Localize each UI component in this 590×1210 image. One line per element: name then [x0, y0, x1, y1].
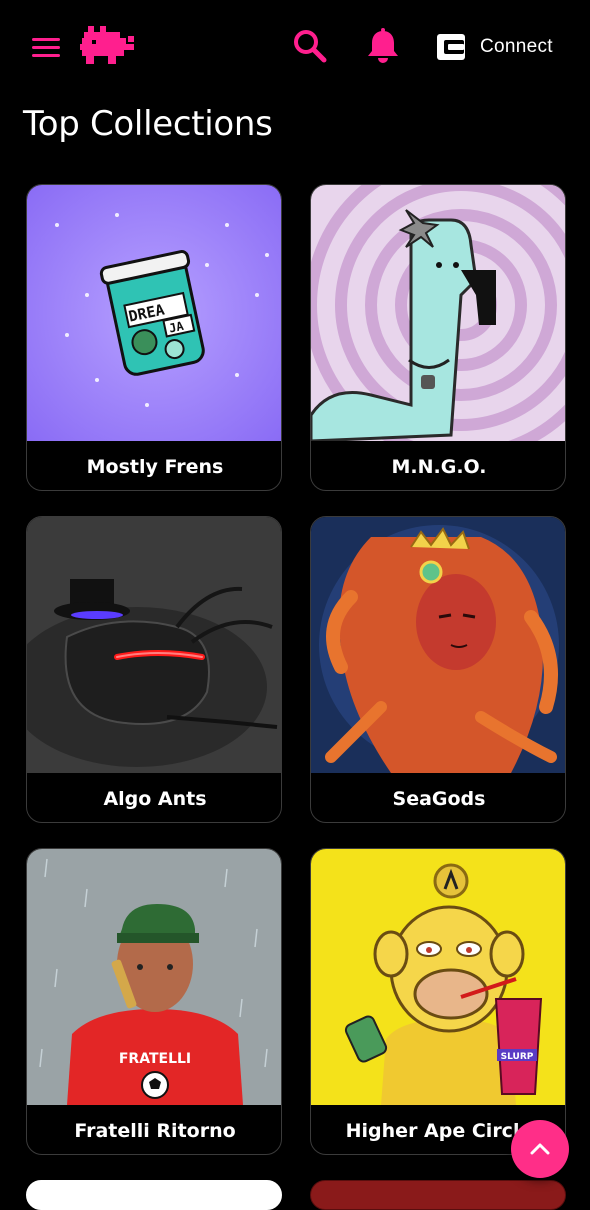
collection-image [311, 185, 565, 441]
wallet-icon [437, 34, 465, 60]
search-icon[interactable] [292, 28, 328, 64]
top-bar: Connect [0, 0, 590, 92]
bell-icon[interactable] [366, 28, 400, 64]
collection-name: Fratelli Ritorno [74, 1119, 236, 1142]
collection-name: M.N.G.O. [391, 455, 487, 478]
menu-line [32, 38, 60, 41]
collection-name: Algo Ants [103, 787, 207, 810]
hamburger-menu-icon[interactable] [32, 36, 60, 58]
jersey-text: FRATELLI [119, 1051, 191, 1067]
connect-wallet-button[interactable]: Connect [436, 30, 553, 64]
collection-image: SLURP [311, 849, 565, 1105]
collection-card-partial[interactable] [310, 1180, 566, 1210]
pixel-pig-logo[interactable] [78, 24, 136, 66]
menu-line [32, 54, 60, 57]
collection-card-fratelli-ritorno[interactable]: FRATELLI Fratelli Ritorno [26, 848, 282, 1155]
collection-card-seagods[interactable]: SeaGods [310, 516, 566, 823]
collection-card-mngo[interactable]: M.N.G.O. [310, 184, 566, 491]
menu-line [32, 46, 60, 49]
collection-card-partial[interactable] [26, 1180, 282, 1210]
collection-image: DREA JA [27, 185, 281, 441]
collection-image: FRATELLI [27, 849, 281, 1105]
connect-label: Connect [480, 36, 553, 57]
scroll-to-top-button[interactable] [511, 1120, 569, 1178]
chevron-up-icon [530, 1143, 550, 1155]
collection-card-algo-ants[interactable]: Algo Ants [26, 516, 282, 823]
collection-name: Mostly Frens [86, 455, 224, 478]
collection-image [311, 517, 565, 773]
collection-image [27, 517, 281, 773]
collection-card-higher-ape-circle[interactable]: SLURP Higher Ape Circle [310, 848, 566, 1155]
collection-card-mostly-frens[interactable]: DREA JA Mostly Frens [26, 184, 282, 491]
cup-text: SLURP [501, 1052, 534, 1062]
collection-name: SeaGods [392, 787, 486, 810]
page-title: Top Collections [23, 104, 273, 144]
